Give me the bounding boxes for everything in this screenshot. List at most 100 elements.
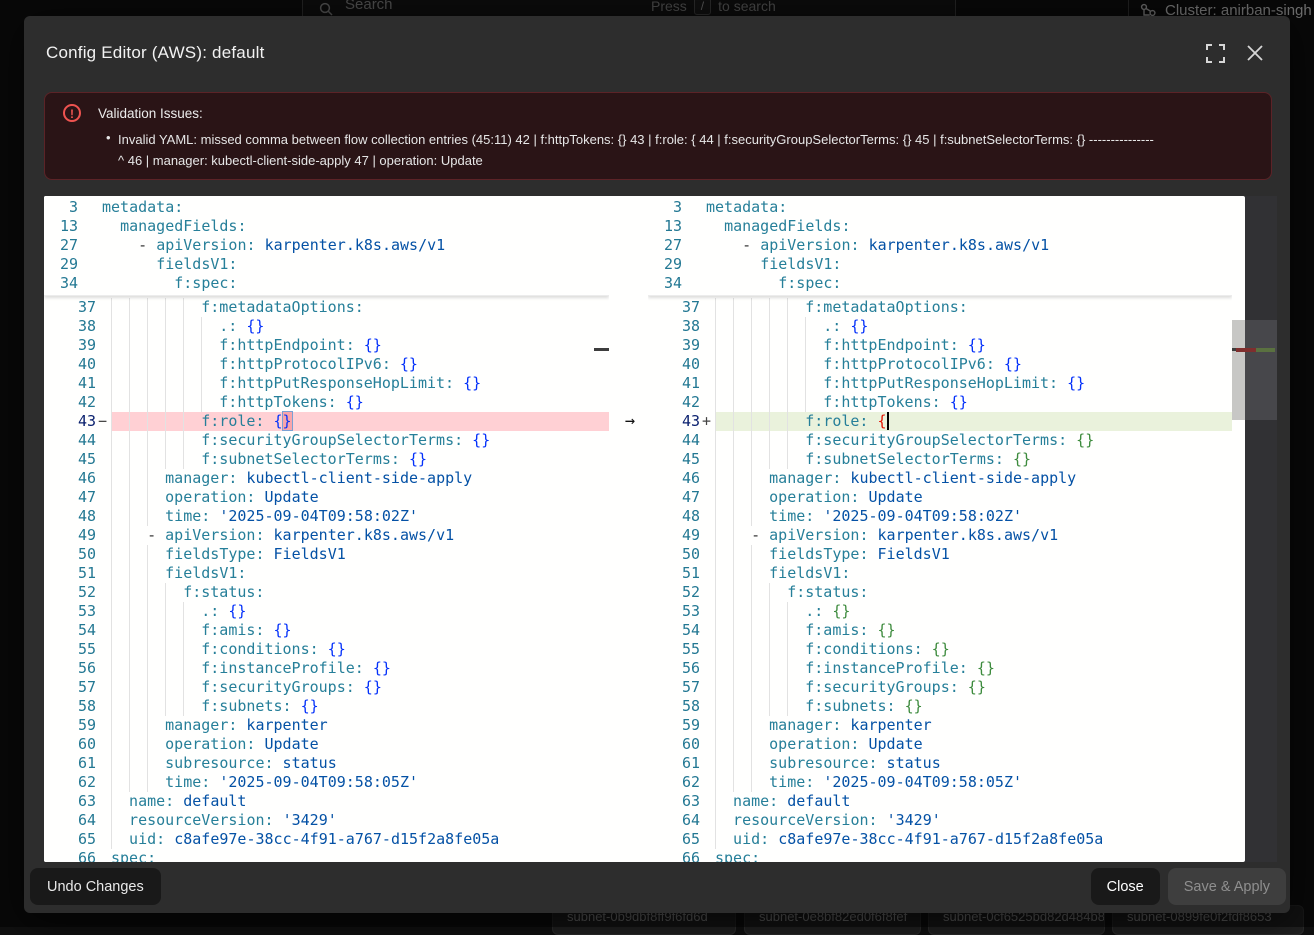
yaml-diff-editor: 3metadata:13 managedFields:27 - apiVersi… bbox=[44, 196, 1245, 862]
code-line: 13 managedFields: bbox=[44, 217, 609, 236]
code-text: f:httpPutResponseHopLimit: {} bbox=[111, 374, 609, 393]
revert-change-arrow[interactable]: → bbox=[620, 411, 640, 431]
line-number: 34 bbox=[44, 274, 78, 293]
code-line: 59manager: karpenter bbox=[44, 716, 609, 735]
collapsed-unchanged-region[interactable]: 3metadata:13 managedFields:27 - apiVersi… bbox=[648, 196, 1232, 296]
diff-line-marker bbox=[78, 236, 102, 255]
undo-changes-button[interactable]: Undo Changes bbox=[30, 868, 161, 905]
line-number: 42 bbox=[648, 393, 700, 412]
code-text: metadata: bbox=[706, 198, 1232, 217]
code-text: f:role: { bbox=[715, 412, 1232, 431]
collapsed-unchanged-region[interactable]: 3metadata:13 managedFields:27 - apiVersi… bbox=[44, 196, 609, 296]
line-number: 54 bbox=[44, 621, 96, 640]
line-number: 59 bbox=[44, 716, 96, 735]
line-number: 39 bbox=[648, 336, 700, 355]
close-button[interactable]: Close bbox=[1091, 868, 1160, 905]
diff-line-marker bbox=[682, 198, 706, 217]
code-line: 56f:instanceProfile: {} bbox=[648, 659, 1232, 678]
code-line: 34 f:spec: bbox=[44, 274, 609, 293]
code-text: f:role: {} bbox=[111, 412, 609, 431]
validation-heading: Validation Issues: bbox=[98, 106, 203, 121]
code-text: f:amis: {} bbox=[715, 621, 1232, 640]
line-number: 51 bbox=[648, 564, 700, 583]
code-text: fieldsType: FieldsV1 bbox=[715, 545, 1232, 564]
code-text: - apiVersion: karpenter.k8s.aws/v1 bbox=[715, 526, 1232, 545]
code-text: .: {} bbox=[111, 602, 609, 621]
code-line: 65uid: c8afe97e-38cc-4f91-a767-d15f2a8fe… bbox=[44, 830, 609, 849]
diff-line-marker bbox=[96, 298, 111, 317]
diff-line-marker bbox=[682, 217, 706, 236]
code-line: 64resourceVersion: '3429' bbox=[44, 811, 609, 830]
save-apply-button[interactable]: Save & Apply bbox=[1168, 868, 1286, 905]
code-line: 48time: '2025-09-04T09:58:02Z' bbox=[44, 507, 609, 526]
line-number: 64 bbox=[648, 811, 700, 830]
code-line: 3metadata: bbox=[44, 198, 609, 217]
diff-line-marker bbox=[96, 811, 111, 830]
code-text: f:amis: {} bbox=[111, 621, 609, 640]
code-text: time: '2025-09-04T09:58:05Z' bbox=[111, 773, 609, 792]
code-line: 37f:metadataOptions: bbox=[44, 298, 609, 317]
code-text: fieldsV1: bbox=[111, 564, 609, 583]
code-text: manager: karpenter bbox=[715, 716, 1232, 735]
diff-line-marker bbox=[682, 274, 706, 293]
error-icon: ! bbox=[63, 104, 81, 122]
validation-message-line2: ^ 46 | manager: kubectl-client-side-appl… bbox=[118, 151, 1268, 171]
overview-viewport-indicator[interactable] bbox=[1245, 320, 1277, 420]
line-number: 60 bbox=[648, 735, 700, 754]
code-text: f:metadataOptions: bbox=[111, 298, 609, 317]
close-dialog-button[interactable] bbox=[1244, 43, 1266, 65]
code-text: f:httpEndpoint: {} bbox=[111, 336, 609, 355]
code-text: f:conditions: {} bbox=[715, 640, 1232, 659]
text-cursor bbox=[887, 412, 889, 430]
diff-editor-sash[interactable] bbox=[609, 196, 648, 862]
code-text: name: default bbox=[715, 792, 1232, 811]
code-line: 52f:status: bbox=[44, 583, 609, 602]
fullscreen-button[interactable] bbox=[1204, 44, 1226, 66]
code-line: 56f:instanceProfile: {} bbox=[44, 659, 609, 678]
code-line: 29 fieldsV1: bbox=[648, 255, 1232, 274]
line-number: 49 bbox=[648, 526, 700, 545]
line-number: 45 bbox=[648, 450, 700, 469]
diff-line-marker bbox=[700, 374, 715, 393]
line-number: 29 bbox=[648, 255, 682, 274]
line-number: 56 bbox=[44, 659, 96, 678]
line-number: 51 bbox=[44, 564, 96, 583]
diff-line-marker bbox=[700, 830, 715, 849]
diff-original-pane[interactable]: 3metadata:13 managedFields:27 - apiVersi… bbox=[44, 196, 610, 862]
code-line: 27 - apiVersion: karpenter.k8s.aws/v1 bbox=[648, 236, 1232, 255]
code-line: 3metadata: bbox=[648, 198, 1232, 217]
code-text: f:subnets: {} bbox=[715, 697, 1232, 716]
diff-line-marker bbox=[96, 849, 111, 862]
code-text: operation: Update bbox=[715, 488, 1232, 507]
line-number: 44 bbox=[44, 431, 96, 450]
code-text: f:metadataOptions: bbox=[715, 298, 1232, 317]
line-number: 47 bbox=[648, 488, 700, 507]
diff-line-marker bbox=[700, 393, 715, 412]
line-number: 57 bbox=[648, 678, 700, 697]
code-text: spec: bbox=[111, 849, 609, 862]
line-number: 52 bbox=[648, 583, 700, 602]
line-number: 27 bbox=[44, 236, 78, 255]
code-text: - apiVersion: karpenter.k8s.aws/v1 bbox=[111, 526, 609, 545]
diff-modified-pane[interactable]: 3metadata:13 managedFields:27 - apiVersi… bbox=[648, 196, 1232, 862]
diff-line-marker bbox=[700, 792, 715, 811]
line-number: 13 bbox=[648, 217, 682, 236]
scrollbar-thumb[interactable] bbox=[1232, 320, 1245, 420]
code-line: 49- apiVersion: karpenter.k8s.aws/v1 bbox=[44, 526, 609, 545]
code-line: 48time: '2025-09-04T09:58:02Z' bbox=[648, 507, 1232, 526]
code-line: 62time: '2025-09-04T09:58:05Z' bbox=[648, 773, 1232, 792]
diff-line-marker bbox=[700, 621, 715, 640]
code-line: 66spec: bbox=[44, 849, 609, 862]
code-line: 53.: {} bbox=[44, 602, 609, 621]
diff-line-marker bbox=[96, 374, 111, 393]
code-line: 39f:httpEndpoint: {} bbox=[44, 336, 609, 355]
diff-line-marker bbox=[700, 450, 715, 469]
code-text: f:httpTokens: {} bbox=[111, 393, 609, 412]
diff-line-marker bbox=[700, 298, 715, 317]
line-number: 34 bbox=[648, 274, 682, 293]
code-text: - apiVersion: karpenter.k8s.aws/v1 bbox=[706, 236, 1232, 255]
diff-line-marker bbox=[96, 830, 111, 849]
diff-line-marker bbox=[96, 697, 111, 716]
dialog-title: Config Editor (AWS): default bbox=[46, 43, 265, 63]
code-line: 43−f:role: {} bbox=[44, 412, 609, 431]
